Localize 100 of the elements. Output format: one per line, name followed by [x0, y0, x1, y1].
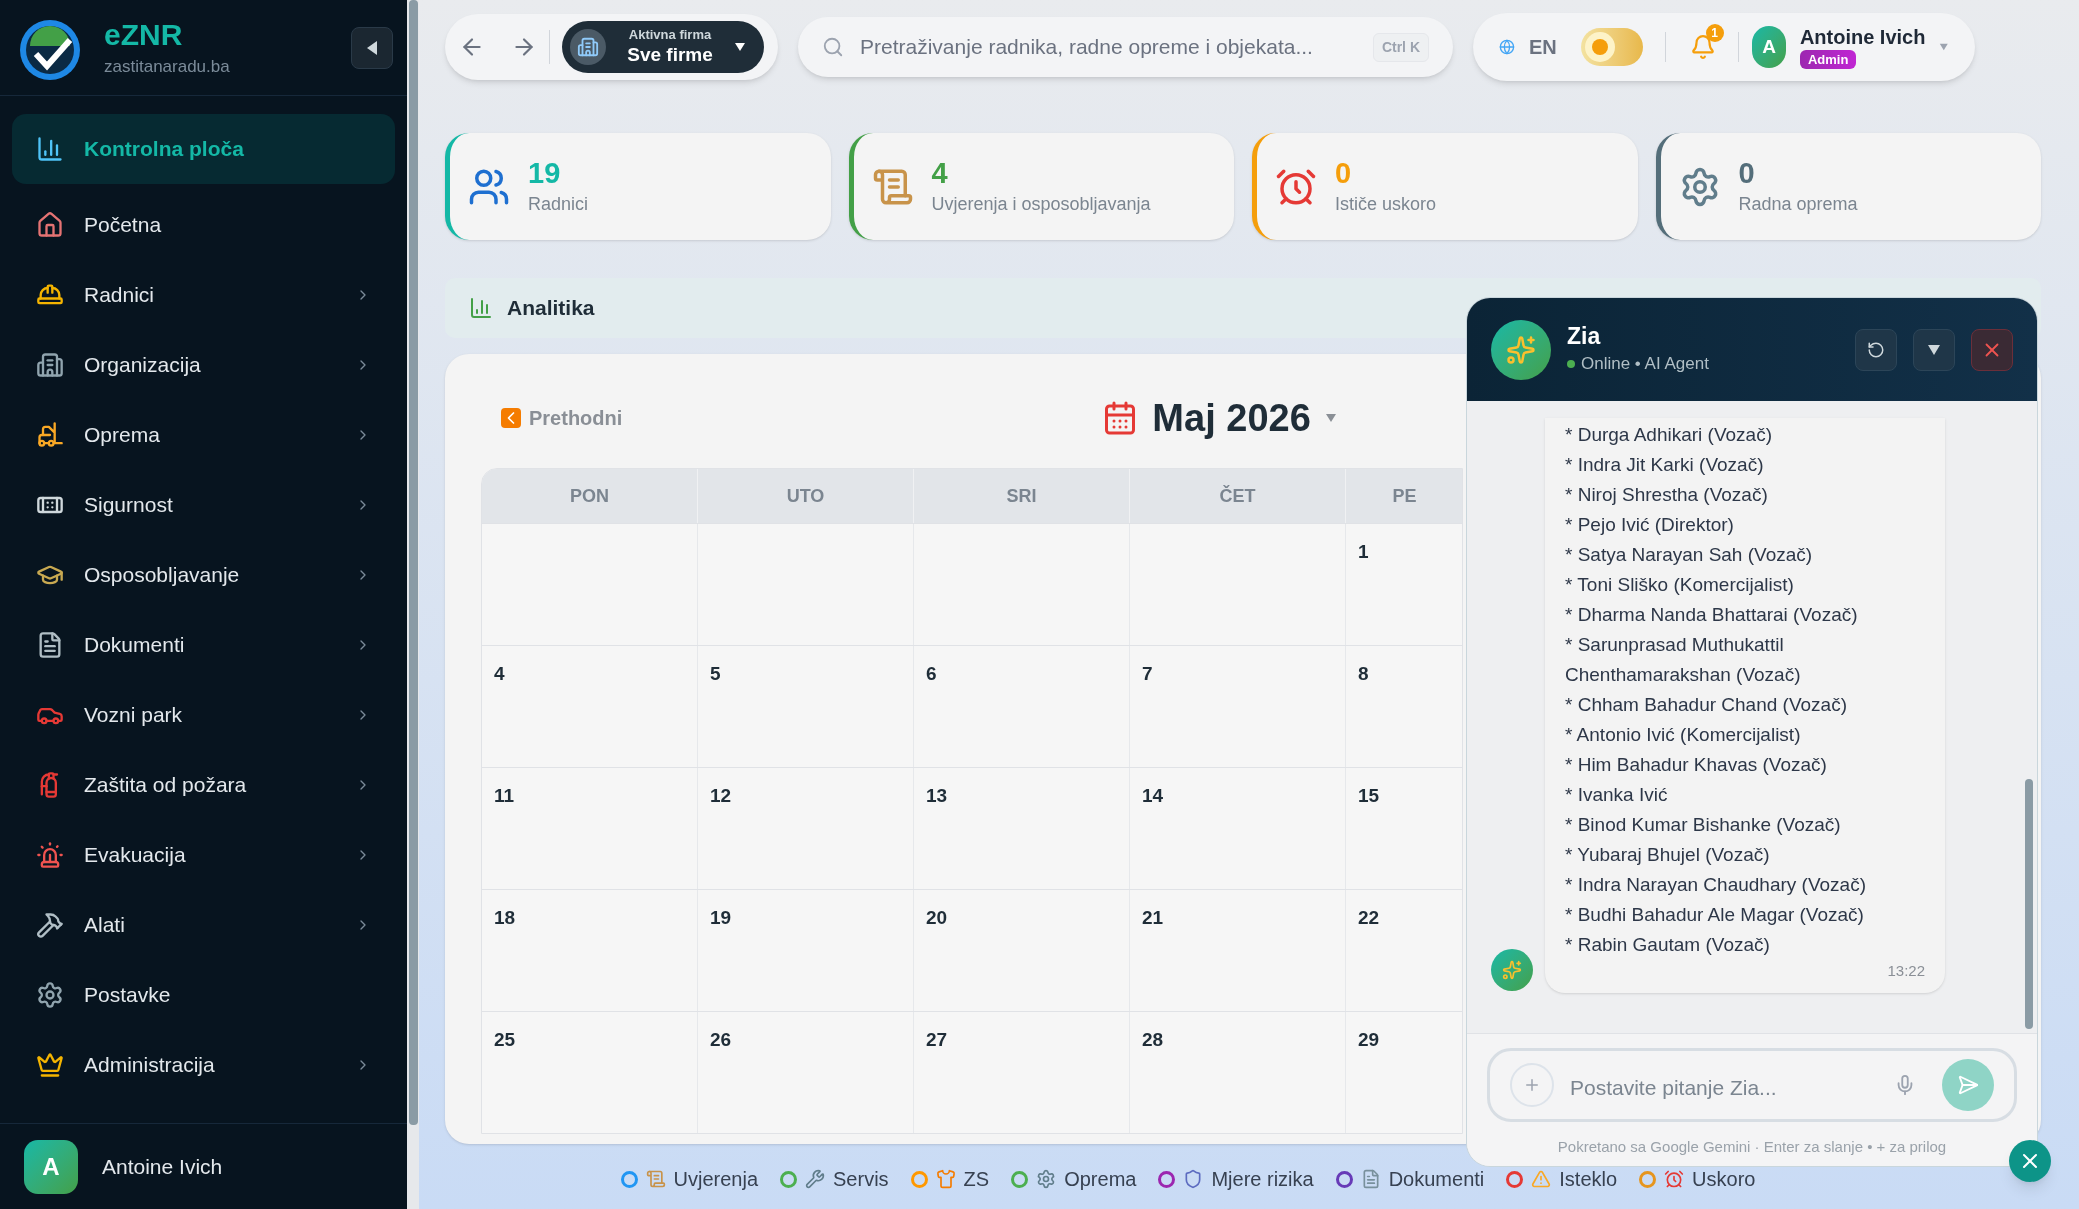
collapse-button[interactable] [351, 26, 393, 69]
gear-icon [1036, 1169, 1057, 1189]
organization-icon [36, 351, 64, 379]
sparkles-icon [1502, 959, 1522, 980]
legend-label: Uvjerenja [673, 1167, 759, 1192]
close-chat-button[interactable] [2009, 1140, 2051, 1182]
month-title: Maj 2026 [1152, 395, 1311, 441]
attach-button[interactable] [1510, 1062, 1554, 1107]
user-name: Antoine Ivich [102, 1153, 223, 1180]
send-icon [1957, 1073, 1979, 1096]
legend-label: ZS [963, 1167, 990, 1192]
message-line: * Rabin Gautam (Vozač) [1565, 933, 1771, 957]
message-line: * Budhi Bahadur Ale Magar (Vozač) [1565, 903, 1865, 927]
sidebar-item[interactable]: Alati [12, 890, 395, 960]
evacuation-icon [36, 841, 64, 869]
warning-icon [1531, 1169, 1552, 1189]
app-title: eZNR [104, 17, 184, 53]
chart-icon [469, 296, 493, 320]
stat-label: Uvjerenja i osposobljavanja [931, 193, 1151, 217]
service-icon [805, 1169, 826, 1189]
sidebar-item[interactable]: Kontrolna ploča [12, 114, 395, 184]
user-name: Antoine Ivich [1799, 24, 1926, 50]
caret-icon [1927, 343, 1941, 356]
stat-value: 19 [528, 155, 562, 191]
shield-icon [1183, 1169, 1204, 1189]
stat-label: Ističe uskoro [1335, 193, 1437, 217]
caret-icon[interactable] [1324, 413, 1337, 423]
theme-toggle[interactable] [1580, 28, 1643, 66]
app-subtitle: zastitanaradu.ba [104, 55, 231, 78]
legend-label: Oprema [1064, 1167, 1137, 1192]
shortcut-hint: Ctrl K [1372, 32, 1429, 62]
sidebar-item[interactable]: Vozni park [12, 680, 395, 750]
alarm-icon [1664, 1169, 1685, 1189]
legend-label: Isteklo [1559, 1167, 1618, 1192]
stat-value: 0 [1738, 155, 1756, 191]
message-time: 13:22 [1887, 961, 1925, 981]
search-icon [822, 36, 844, 58]
sidebar-item[interactable]: Administracija [12, 1030, 395, 1100]
caret-icon[interactable] [1939, 42, 1949, 52]
certificate-icon [645, 1169, 666, 1189]
message-line: * Toni Sliško (Komercijalist) [1565, 573, 1795, 597]
sidebar-item[interactable]: Dokumenti [12, 610, 395, 680]
back-icon [501, 408, 521, 428]
day-heading: PE [1392, 484, 1417, 508]
legend-label: Dokumenti [1388, 1167, 1485, 1192]
globe-icon [1499, 37, 1515, 57]
message-line: * Binod Kumar Bishanke (Vozač) [1565, 813, 1842, 837]
sidebar-item[interactable]: Početna [12, 190, 395, 260]
stat-label: Radna oprema [1738, 193, 1858, 217]
chat-footer-note: Pokretano sa Google Gemini · Enter za slanje • + za prilog [1556, 1136, 1948, 1157]
reset-icon [1867, 340, 1885, 359]
sidebar-item[interactable]: Organizacija [12, 330, 395, 400]
message-field[interactable]: Postavite pitanje Zia... [1570, 1071, 1878, 1104]
admin-icon [36, 1051, 64, 1079]
sidebar-item[interactable]: Zaštita od požara [12, 750, 395, 820]
legend-label: Servis [833, 1167, 889, 1192]
sidebar-item[interactable]: Oprema [12, 400, 395, 470]
building-icon [577, 36, 599, 58]
message-input-bar[interactable]: Postavite pitanje Zia... [1487, 1047, 2017, 1122]
sidebar-item[interactable]: Radnici [12, 260, 395, 330]
message-line: * Pejo Ivić (Direktor) [1565, 513, 1735, 537]
message-line: * Dharma Nanda Bhattarai (Vozač) [1565, 603, 1859, 627]
role-badge: Admin [1799, 49, 1857, 70]
day-heading: UTO [786, 484, 825, 508]
user-avatar: A [24, 1139, 78, 1194]
equipment-icon [36, 421, 64, 449]
message-line: * Indra Narayan Chaudhary (Vozač) [1565, 873, 1867, 897]
message-line: * Indra Jit Karki (Vozač) [1565, 453, 1765, 477]
message-line: * Chham Bahadur Chand (Vozač) [1565, 693, 1848, 717]
day-heading: PON [570, 484, 609, 508]
message-line: * Satya Narayan Sah (Vozač) [1565, 543, 1814, 567]
notification-badge: 1 [1705, 24, 1724, 42]
stat-label: Radnici [528, 193, 589, 217]
message-line: * Durga Adhikari (Vozač) [1565, 423, 1773, 447]
sidebar-item[interactable]: Postavke [12, 960, 395, 1030]
minimize-button[interactable] [1913, 328, 1955, 371]
message-line: * Niroj Shrestha (Vozač) [1565, 483, 1769, 507]
sparkles-icon [1506, 334, 1536, 365]
stat-value: 0 [1335, 155, 1353, 191]
company-selector[interactable]: Aktivna firma Sve firme [562, 21, 764, 73]
sidebar-item[interactable]: Osposobljavanje [12, 540, 395, 610]
day-heading: ČET [1219, 484, 1256, 508]
message-line: * Sarunprasad Muthukattil Chenthamarakshan (Vozač) [1565, 633, 1802, 687]
triangle-icon [365, 39, 379, 56]
day-heading: SRI [1006, 484, 1037, 508]
settings-icon [36, 981, 64, 1009]
search-field[interactable]: Pretraživanje radnika, radne opreme i objekata... [860, 31, 1357, 63]
message-line: * Antonio Ivić (Komercijalist) [1565, 723, 1802, 747]
message-line: * Him Bahadur Khavas (Vozač) [1565, 753, 1828, 777]
caret-icon [734, 42, 746, 52]
home-icon [36, 211, 64, 239]
sidebar-item[interactable]: Evakuacija [12, 820, 395, 890]
language-button[interactable]: EN [1528, 32, 1557, 62]
legend-label: Uskoro [1692, 1167, 1756, 1192]
legend-label: Mjere rizika [1211, 1167, 1314, 1192]
send-button[interactable] [1942, 1058, 1994, 1111]
close-button[interactable] [1971, 328, 2013, 371]
reset-button[interactable] [1855, 328, 1897, 371]
sidebar-item[interactable]: Sigurnost [12, 470, 395, 540]
tools-icon [36, 911, 64, 939]
